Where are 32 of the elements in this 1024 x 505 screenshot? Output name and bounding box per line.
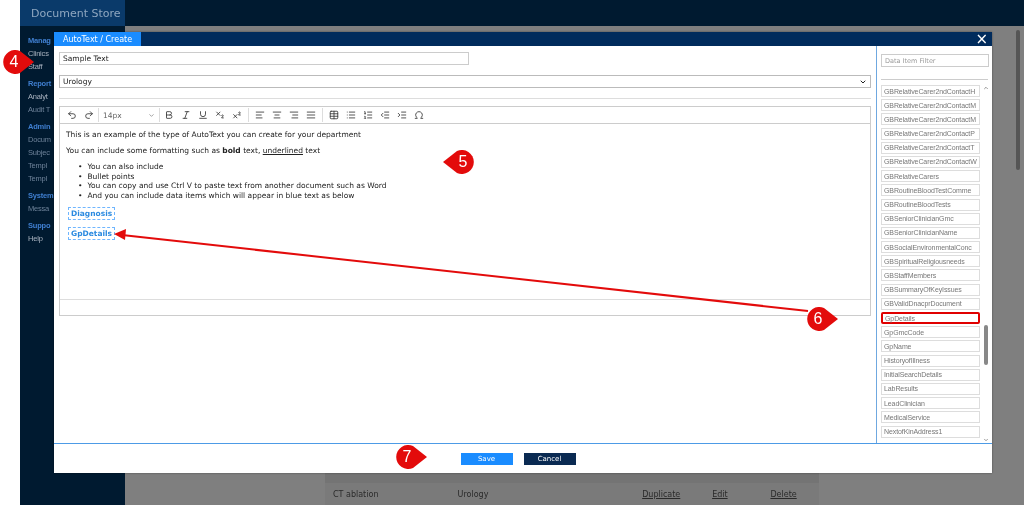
table-cell-text: Urology — [456, 489, 490, 499]
action-link[interactable]: Duplicate — [642, 489, 713, 499]
action-link[interactable]: Edit — [712, 489, 771, 499]
superscript-icon — [232, 110, 242, 120]
callout-marker: 6 — [806, 305, 838, 333]
indent-icon — [397, 110, 407, 120]
close-button[interactable]: × — [971, 32, 992, 46]
numbered-list-icon — [363, 110, 373, 120]
callout-marker: 7 — [395, 443, 427, 471]
align-left-icon — [255, 110, 265, 120]
callout-marker: 5 — [443, 148, 475, 176]
scrollbar[interactable] — [983, 85, 988, 443]
chevron-down-icon — [148, 111, 155, 119]
omega-icon — [414, 110, 424, 120]
action-link[interactable]: Delete — [770, 489, 819, 499]
bold-icon — [164, 110, 174, 120]
subscript-icon — [215, 110, 225, 120]
align-justify-icon — [306, 110, 316, 120]
outdent-icon — [380, 110, 390, 120]
redo-icon — [84, 110, 94, 120]
chevron-down-icon[interactable] — [983, 437, 988, 443]
app-title: Document Store — [20, 0, 125, 26]
table-cell-text: CT ablation — [332, 489, 380, 499]
align-center-icon — [272, 110, 282, 120]
bullet-list-icon — [346, 110, 356, 120]
undo-icon — [67, 110, 77, 120]
table-icon — [329, 110, 339, 120]
italic-icon — [181, 110, 191, 120]
align-right-icon — [289, 110, 299, 120]
chevron-up-icon[interactable] — [983, 85, 988, 91]
dialog-tab[interactable]: AutoText / Create — [54, 32, 142, 46]
underline-icon — [198, 110, 208, 120]
